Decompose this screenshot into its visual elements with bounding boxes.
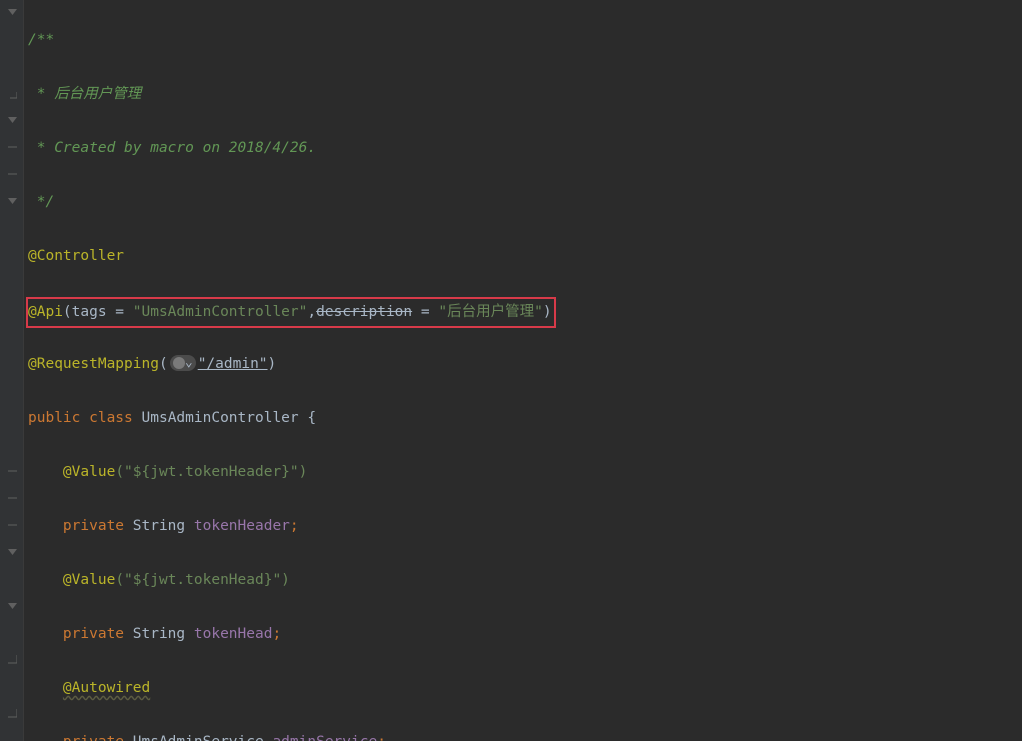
doc-comment: * Created by macro on 2018/4/26. [28, 135, 1022, 162]
highlight-box: @Api(tags = "UmsAdminController",descrip… [26, 297, 556, 328]
code-line: @Value("${jwt.tokenHeader}") [28, 459, 1022, 486]
code-line: private UmsAdminService adminService; [28, 729, 1022, 741]
fold-icon[interactable] [8, 493, 17, 502]
doc-comment: */ [28, 189, 1022, 216]
code-line: @Autowired [28, 675, 1022, 702]
code-line: private String tokenHeader; [28, 513, 1022, 540]
code-line: private String tokenHead; [28, 621, 1022, 648]
fold-icon[interactable] [8, 7, 17, 16]
url-globe-icon[interactable] [170, 355, 196, 371]
editor-gutter [0, 0, 24, 741]
fold-icon[interactable] [8, 466, 17, 475]
code-line-highlighted: @Api(tags = "UmsAdminController",descrip… [28, 297, 1022, 324]
code-line: public class UmsAdminController { [28, 405, 1022, 432]
code-editor[interactable]: /** * 后台用户管理 * Created by macro on 2018/… [24, 0, 1022, 741]
fold-icon[interactable] [8, 90, 17, 99]
fold-icon[interactable] [8, 520, 17, 529]
doc-comment: /** [28, 27, 1022, 54]
code-line: @Controller [28, 243, 1022, 270]
fold-icon[interactable] [8, 709, 17, 718]
fold-icon[interactable] [8, 547, 17, 556]
doc-comment: * 后台用户管理 [28, 81, 1022, 108]
fold-icon[interactable] [8, 601, 17, 610]
code-line: @Value("${jwt.tokenHead}") [28, 567, 1022, 594]
fold-icon[interactable] [8, 655, 17, 664]
fold-icon[interactable] [8, 142, 17, 151]
fold-icon[interactable] [8, 196, 17, 205]
fold-icon[interactable] [8, 169, 17, 178]
code-line: @RequestMapping("/admin") [28, 351, 1022, 378]
fold-icon[interactable] [8, 115, 17, 124]
